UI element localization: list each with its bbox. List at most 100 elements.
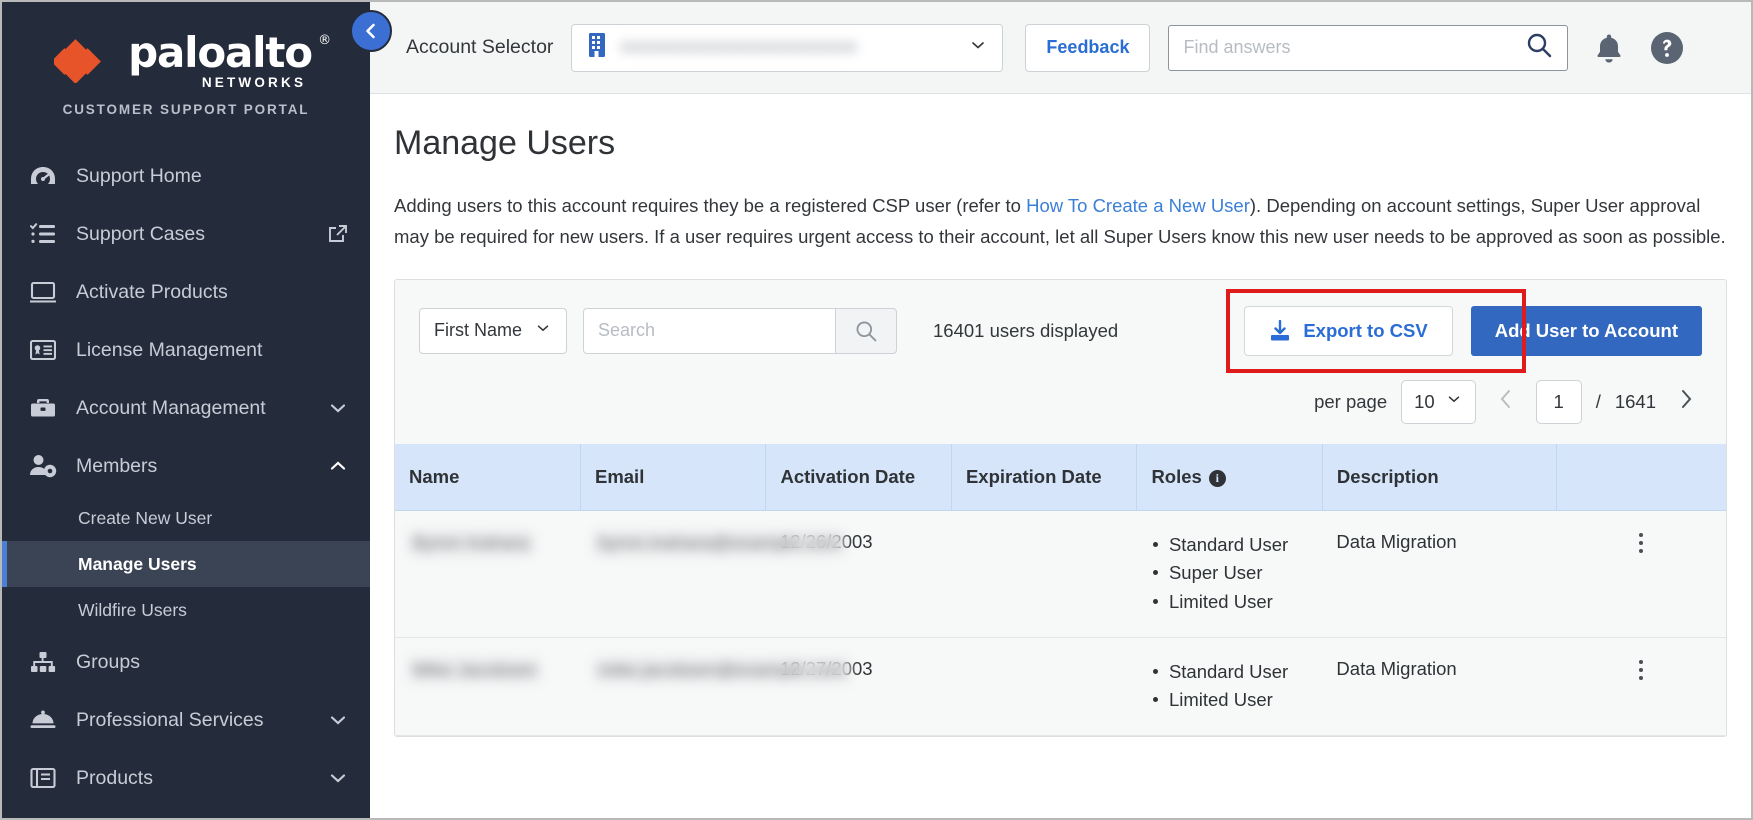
next-page-button[interactable] — [1670, 388, 1702, 415]
sidebar-item-groups[interactable]: Groups — [2, 633, 370, 691]
sidebar-item-label: Professional Services — [76, 709, 328, 732]
account-selector-value: 0000000000000000000000000 — [620, 38, 968, 58]
sidebar-item-label: Products — [76, 767, 328, 790]
export-to-csv-button[interactable]: Export to CSV — [1244, 306, 1452, 356]
filter-field-dropdown[interactable]: First Name — [419, 308, 567, 354]
column-header-description[interactable]: Description — [1322, 444, 1556, 511]
kebab-menu-icon[interactable] — [1570, 658, 1712, 682]
account-selector-dropdown[interactable]: 0000000000000000000000000 — [571, 24, 1003, 72]
cell-activation-date: 12/27/2003 — [766, 637, 951, 735]
users-search-input[interactable] — [583, 308, 835, 354]
sidebar-subitem-label: Manage Users — [78, 554, 197, 575]
add-user-to-account-button[interactable]: Add User to Account — [1471, 306, 1702, 356]
sidebar-item-members[interactable]: Members — [2, 437, 370, 495]
sidebar-item-account-management[interactable]: Account Management — [2, 379, 370, 437]
sidebar-item-support-home[interactable]: Support Home — [2, 147, 370, 205]
chevron-down-icon[interactable] — [328, 768, 348, 788]
users-panel: First Name 16401 users displayed — [394, 279, 1727, 737]
column-header-expiration-date[interactable]: Expiration Date — [951, 444, 1136, 511]
license-icon — [28, 337, 58, 363]
roles-list: Standard User Super User Limited User — [1151, 531, 1308, 617]
pagination-controls: per page 10 1 / 1641 — [395, 366, 1726, 444]
sidebar-item-license-management[interactable]: License Management — [2, 321, 370, 379]
chevron-down-icon — [968, 35, 988, 60]
sidebar-item-create-new-user[interactable]: Create New User — [2, 495, 370, 541]
chevron-down-icon[interactable] — [328, 710, 348, 730]
column-header-roles[interactable]: Rolesi — [1137, 444, 1322, 511]
user-name-redacted: Mike Jacobsen — [409, 658, 540, 682]
top-header: Account Selector 00000000000000000000000… — [370, 2, 1751, 94]
account-selector-label: Account Selector — [406, 36, 553, 59]
cell-email: mike.jacobsen@example.com — [580, 637, 765, 735]
column-header-actions — [1556, 444, 1726, 511]
brand-logo: paloalto ® NETWORKS CUSTOMER SUPPORT POR… — [2, 2, 370, 135]
sidebar-collapse-button[interactable] — [350, 10, 392, 52]
cell-expiration-date — [951, 637, 1136, 735]
role-item: Standard User — [1151, 658, 1308, 687]
monitor-icon — [28, 279, 58, 305]
sidebar-item-professional-services[interactable]: Professional Services — [2, 691, 370, 749]
sidebar-item-activate-products[interactable]: Activate Products — [2, 263, 370, 321]
cell-activation-date: 12/26/2003 — [766, 510, 951, 637]
cell-expiration-date — [951, 510, 1136, 637]
sidebar-item-label: Support Home — [76, 165, 348, 188]
export-to-csv-label: Export to CSV — [1303, 320, 1427, 342]
role-item: Limited User — [1151, 686, 1308, 715]
sidebar-item-wildfire-users[interactable]: Wildfire Users — [2, 587, 370, 633]
per-page-value: 10 — [1414, 391, 1435, 413]
role-item: Super User — [1151, 559, 1308, 588]
sidebar-item-label: Activate Products — [76, 281, 348, 304]
per-page-label: per page — [1314, 391, 1387, 413]
user-email-redacted: mike.jacobsen@example.com — [594, 658, 849, 682]
users-table-body: Byron Inahara byron.inahara@example.com … — [395, 510, 1726, 735]
cell-actions — [1556, 637, 1726, 735]
search-icon — [854, 319, 878, 343]
search-icon[interactable] — [1525, 31, 1553, 64]
table-row[interactable]: Byron Inahara byron.inahara@example.com … — [395, 510, 1726, 637]
sidebar: paloalto ® NETWORKS CUSTOMER SUPPORT POR… — [2, 2, 370, 818]
cell-name: Mike Jacobsen — [395, 637, 580, 735]
sidebar-item-manage-users[interactable]: Manage Users — [2, 541, 370, 587]
how-to-create-user-link[interactable]: How To Create a New User — [1026, 195, 1250, 216]
user-email-redacted: byron.inahara@example.com — [594, 531, 844, 555]
sidebar-item-products[interactable]: Products — [2, 749, 370, 807]
building-icon — [586, 32, 608, 63]
main-content: Manage Users Adding users to this accoun… — [370, 94, 1751, 818]
sidebar-item-label: Groups — [76, 651, 348, 674]
feedback-button[interactable]: Feedback — [1025, 24, 1150, 72]
cell-email: byron.inahara@example.com — [580, 510, 765, 637]
chevron-up-icon[interactable] — [328, 456, 348, 476]
chevron-down-icon — [1445, 390, 1463, 413]
cell-roles: Standard User Limited User — [1137, 637, 1322, 735]
user-gear-icon — [28, 453, 58, 479]
global-search-input[interactable] — [1183, 37, 1525, 58]
column-header-email[interactable]: Email — [580, 444, 765, 511]
paloalto-logo-icon — [54, 39, 112, 83]
global-search-box[interactable] — [1168, 25, 1568, 71]
per-page-dropdown[interactable]: 10 — [1401, 380, 1476, 424]
prev-page-button[interactable] — [1490, 388, 1522, 415]
column-header-name[interactable]: Name — [395, 444, 580, 511]
info-icon[interactable]: i — [1209, 470, 1226, 487]
help-question-circle-icon[interactable] — [1650, 31, 1684, 65]
column-header-activation-date[interactable]: Activation Date — [766, 444, 951, 511]
sidebar-item-label: License Management — [76, 339, 348, 362]
chevron-down-icon[interactable] — [328, 398, 348, 418]
chevron-down-icon — [534, 319, 552, 342]
role-item: Standard User — [1151, 531, 1308, 560]
users-table: Name Email Activation Date Expiration Da… — [395, 444, 1726, 736]
chevron-left-icon — [1496, 388, 1516, 410]
table-row[interactable]: Mike Jacobsen mike.jacobsen@example.com … — [395, 637, 1726, 735]
page-title: Manage Users — [394, 124, 1727, 163]
external-link-icon[interactable] — [328, 224, 348, 244]
notifications-bell-icon[interactable] — [1594, 32, 1624, 64]
kebab-menu-icon[interactable] — [1570, 531, 1712, 555]
current-page-input[interactable]: 1 — [1536, 380, 1582, 424]
registered-mark: ® — [318, 34, 331, 47]
chevron-right-icon — [1676, 388, 1696, 410]
sidebar-item-support-cases[interactable]: Support Cases — [2, 205, 370, 263]
filter-field-value: First Name — [434, 320, 522, 341]
toolbar-actions: Export to CSV Add User to Account — [1244, 306, 1702, 356]
users-search-button[interactable] — [835, 308, 897, 354]
users-search — [583, 308, 897, 354]
